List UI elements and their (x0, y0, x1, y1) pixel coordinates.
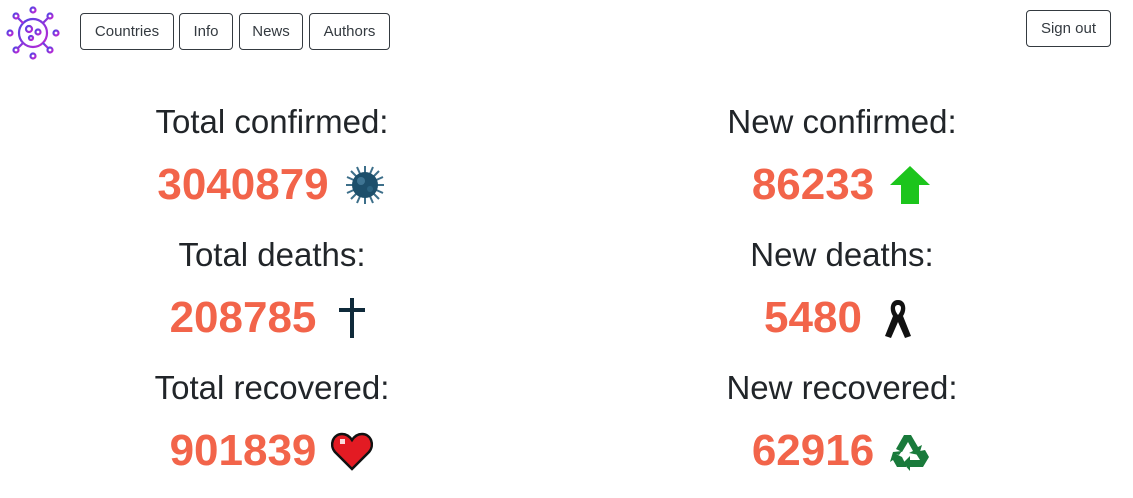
new-deaths-label: New deaths: (750, 236, 934, 273)
new-recovered-value: 62916 (751, 426, 875, 475)
sign-out-button[interactable]: Sign out (1026, 10, 1111, 47)
total-deaths-value: 208785 (169, 293, 317, 342)
arrow-up-icon (890, 166, 931, 204)
heart-icon (331, 432, 374, 471)
cross-icon (339, 298, 366, 338)
navbar: Countries Info News Authors Sign out (0, 0, 1133, 70)
total-recovered-value: 901839 (169, 426, 317, 475)
total-confirmed-label: Total confirmed: (155, 103, 389, 140)
info-button[interactable]: Info (179, 13, 233, 50)
new-confirmed-row: 86233 (562, 157, 1122, 213)
total-recovered-label: Total recovered: (154, 369, 390, 406)
new-confirmed-label: New confirmed: (727, 103, 957, 140)
total-deaths-label: Total deaths: (178, 236, 366, 273)
countries-button[interactable]: Countries (80, 13, 174, 50)
news-button[interactable]: News (239, 13, 303, 50)
virus-logo-icon[interactable] (5, 5, 61, 61)
new-recovered-label: New recovered: (726, 369, 958, 406)
new-recovered-row: 62916 (562, 423, 1122, 479)
authors-button[interactable]: Authors (309, 13, 390, 50)
total-recovered-row: 901839 (0, 423, 552, 479)
new-deaths-row: 5480 (562, 290, 1122, 346)
virus-icon (345, 166, 384, 204)
total-confirmed-value: 3040879 (157, 160, 329, 209)
new-deaths-value: 5480 (764, 293, 862, 342)
ribbon-icon (884, 300, 911, 338)
total-deaths-row: 208785 (0, 290, 552, 346)
new-confirmed-value: 86233 (751, 160, 875, 209)
total-confirmed-row: 3040879 (0, 157, 552, 213)
recycle-icon (890, 435, 930, 471)
